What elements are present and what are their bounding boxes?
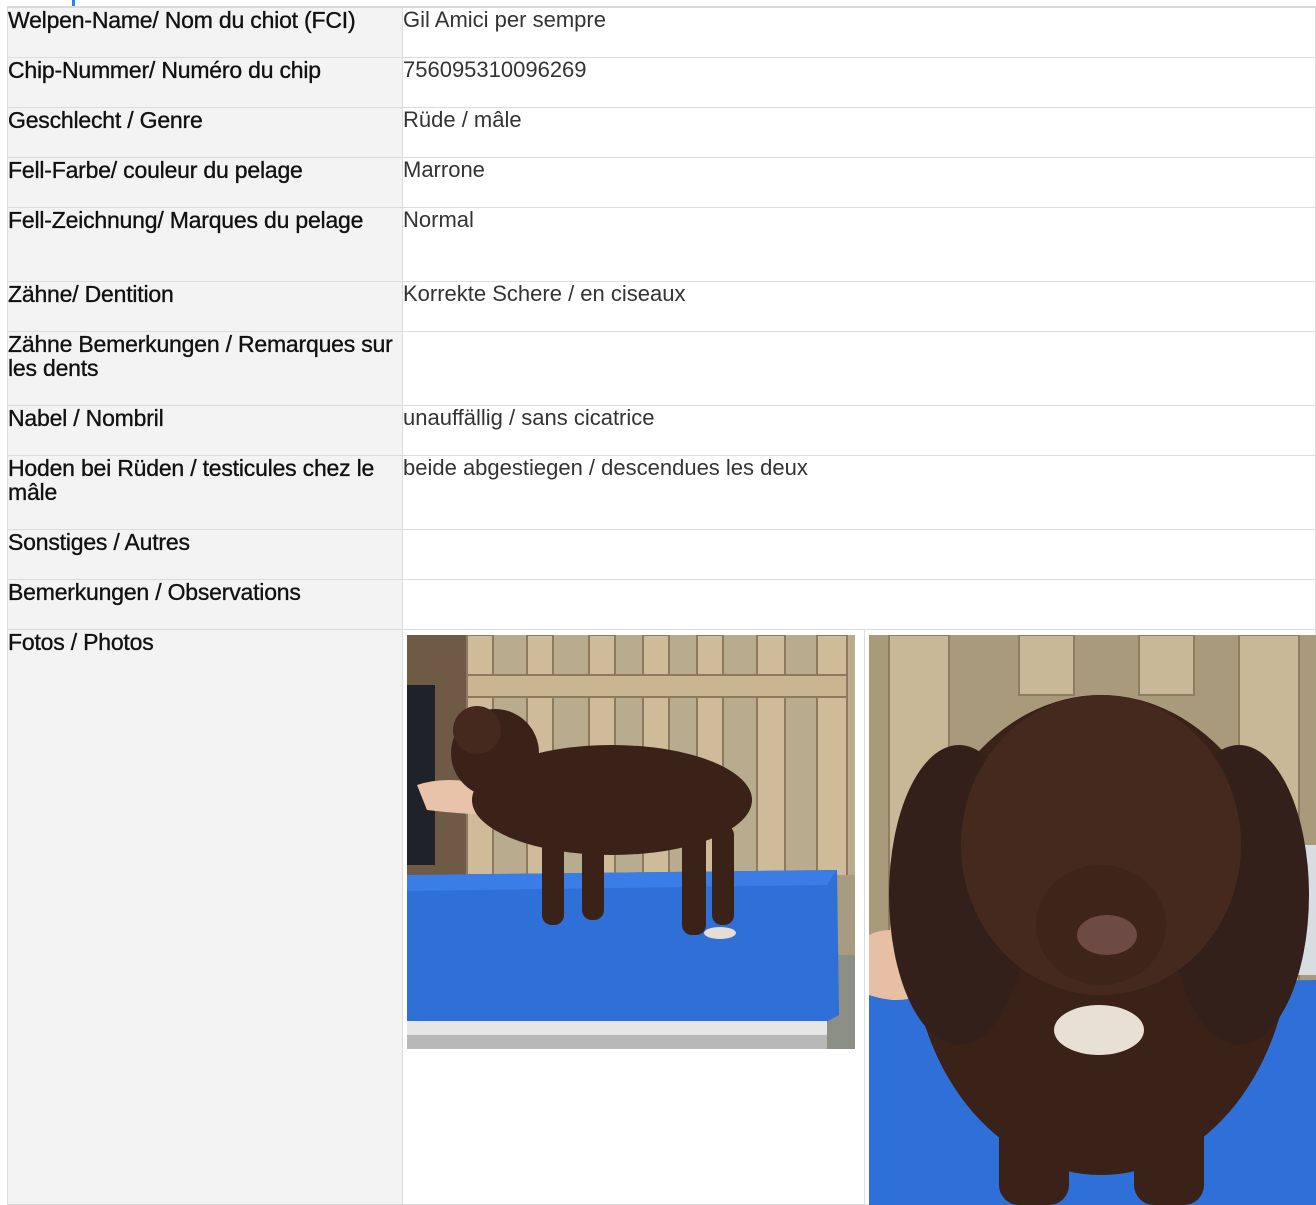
row-label-navel: Nabel / Nombril <box>7 405 403 456</box>
table-row: Fell-Farbe/ couleur du pelage Marrone <box>7 157 1316 208</box>
table-row: Nabel / Nombril unauffällig / sans cicat… <box>7 405 1316 456</box>
table-row: Zähne Bemerkungen / Remarques sur les de… <box>7 331 1316 406</box>
row-value-other <box>402 529 1316 580</box>
row-value-navel: unauffällig / sans cicatrice <box>402 405 1316 456</box>
row-value-name: Gil Amici per sempre <box>402 7 1316 58</box>
row-label-observations: Bemerkungen / Observations <box>7 579 403 630</box>
row-label-name: Welpen-Name/ Nom du chiot (FCI) <box>7 7 403 58</box>
photo-divider <box>864 630 865 1205</box>
table-row: Fotos / Photos <box>7 629 1316 1205</box>
table-row: Hoden bei Rüden / testicules chez le mâl… <box>7 455 1316 530</box>
row-label-other: Sonstiges / Autres <box>7 529 403 580</box>
table-row: Zähne/ Dentition Korrekte Schere / en ci… <box>7 281 1316 332</box>
row-label-photos: Fotos / Photos <box>7 629 403 1205</box>
row-label-teeth-remarks: Zähne Bemerkungen / Remarques sur les de… <box>7 331 403 406</box>
row-label-dentition: Zähne/ Dentition <box>7 281 403 332</box>
row-label-sex: Geschlecht / Genre <box>7 107 403 158</box>
table-row: Sonstiges / Autres <box>7 529 1316 580</box>
row-value-coat-marking: Normal <box>402 207 1316 282</box>
row-label-coat-color: Fell-Farbe/ couleur du pelage <box>7 157 403 208</box>
row-value-chip: 756095310096269 <box>402 57 1316 108</box>
puppy-side-photo[interactable] <box>407 635 855 1049</box>
row-value-testicles: beide abgestiegen / descendues les deux <box>402 455 1316 530</box>
row-value-sex: Rüde / mâle <box>402 107 1316 158</box>
row-label-chip: Chip-Nummer/ Numéro du chip <box>7 57 403 108</box>
row-label-coat-marking: Fell-Zeichnung/ Marques du pelage <box>7 207 403 282</box>
row-value-coat-color: Marrone <box>402 157 1316 208</box>
table-row: Bemerkungen / Observations <box>7 579 1316 630</box>
row-value-teeth-remarks <box>402 331 1316 406</box>
row-value-dentition: Korrekte Schere / en ciseaux <box>402 281 1316 332</box>
row-label-testicles: Hoden bei Rüden / testicules chez le mâl… <box>7 455 403 530</box>
puppy-info-table: Welpen-Name/ Nom du chiot (FCI) Gil Amic… <box>7 7 1316 1205</box>
row-value-observations <box>402 579 1316 630</box>
table-row: Chip-Nummer/ Numéro du chip 756095310096… <box>7 57 1316 108</box>
table-row: Welpen-Name/ Nom du chiot (FCI) Gil Amic… <box>7 7 1316 58</box>
puppy-face-photo[interactable] <box>869 635 1316 1205</box>
photos-cell <box>402 629 1316 1205</box>
puppy-face-photo-image <box>869 635 1316 1205</box>
table-row: Geschlecht / Genre Rüde / mâle <box>7 107 1316 158</box>
puppy-side-photo-image <box>407 635 855 1049</box>
table-row: Fell-Zeichnung/ Marques du pelage Normal <box>7 207 1316 282</box>
